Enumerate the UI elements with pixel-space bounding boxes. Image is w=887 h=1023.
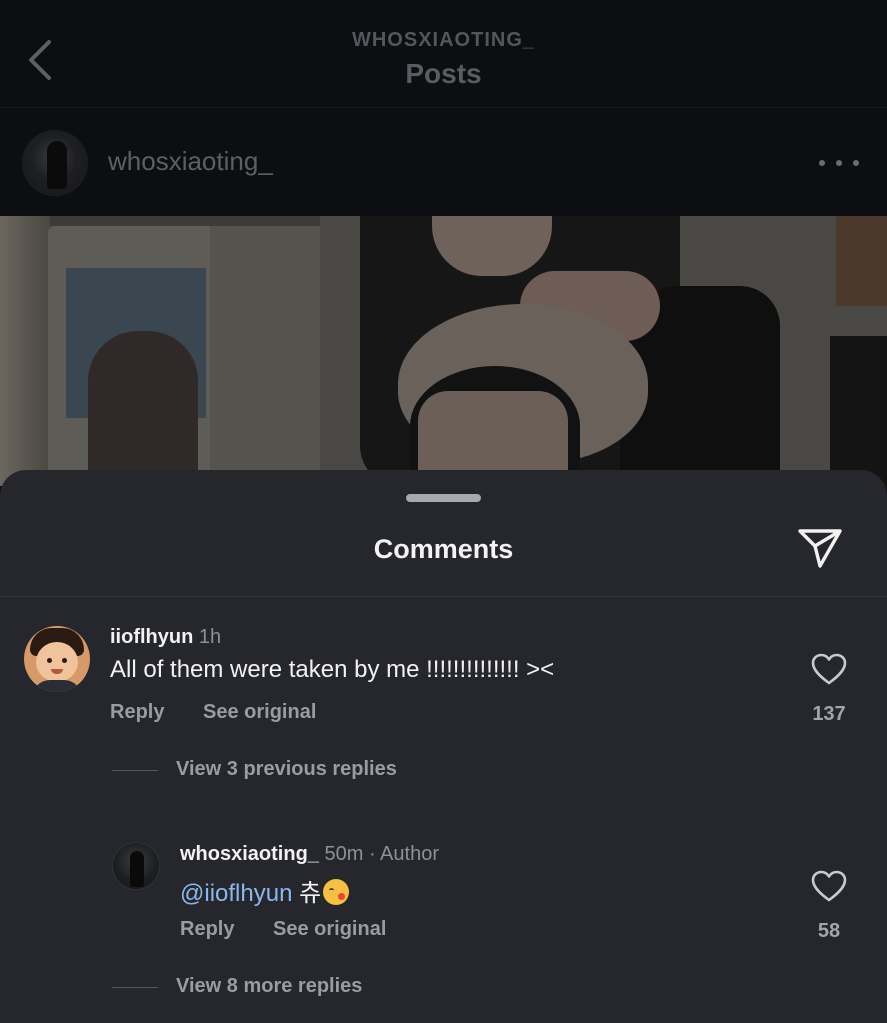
view-previous-replies-link[interactable]: View 3 previous replies: [176, 758, 397, 781]
header-username: WHOSXIAOTING_: [351, 29, 535, 51]
more-options-button[interactable]: [819, 148, 859, 178]
comment-username[interactable]: iioflhyun: [110, 626, 193, 648]
see-original-button[interactable]: See original: [203, 701, 316, 724]
comment-text: All of them were taken by me !!!!!!!!!!!…: [110, 656, 555, 683]
heart-outline-icon: [811, 870, 847, 902]
comments-sheet: Comments iioflhyun 1h All of them were t…: [0, 470, 887, 1023]
sheet-divider: [0, 596, 887, 597]
like-count: 137: [812, 703, 846, 725]
replies-divider: [112, 987, 158, 988]
post-image[interactable]: [0, 216, 887, 486]
reply-username-row: whosxiaoting_ 50m · Author: [180, 843, 439, 866]
replies-divider: [112, 770, 158, 771]
top-navigation-bar: WHOSXIAOTING_ Posts: [0, 0, 887, 108]
reply-button[interactable]: Reply: [110, 701, 164, 724]
like-count: 58: [817, 920, 841, 942]
comment-time: 1h: [198, 626, 222, 648]
comment-username-row: iioflhyun 1h: [110, 626, 221, 649]
post-author-avatar[interactable]: [22, 130, 88, 196]
more-horizontal-icon: [819, 160, 825, 166]
reply-button[interactable]: Reply: [180, 918, 234, 941]
reply-time: 50m: [324, 843, 364, 865]
sheet-drag-handle[interactable]: [406, 494, 481, 502]
post-author-username[interactable]: whosxiaoting_: [108, 146, 273, 177]
like-button[interactable]: [810, 869, 848, 903]
reply-text: 츄: [299, 880, 322, 907]
share-button[interactable]: [796, 525, 844, 571]
see-original-button[interactable]: See original: [273, 918, 386, 941]
reply-username[interactable]: whosxiaoting_: [180, 843, 319, 865]
comments-title: Comments: [373, 534, 514, 564]
commenter-avatar[interactable]: [24, 626, 90, 692]
reply-author-avatar[interactable]: [112, 842, 160, 890]
kissing-face-emoji-icon: [323, 879, 350, 905]
heart-outline-icon: [811, 653, 847, 685]
instagram-comments-screen: WHOSXIAOTING_ Posts whosxiaoting_ Commen…: [0, 0, 887, 1023]
header-titles: WHOSXIAOTING_ Posts: [0, 28, 887, 92]
like-button[interactable]: [810, 652, 848, 686]
page-title: Posts: [405, 58, 482, 89]
reply-text-row: @iioflhyun 츄: [180, 873, 350, 908]
paper-plane-icon: [798, 529, 842, 568]
post-header: whosxiaoting_: [0, 108, 887, 216]
author-badge: · Author: [368, 843, 439, 865]
mention-link[interactable]: @iioflhyun: [180, 880, 292, 907]
view-more-replies-link[interactable]: View 8 more replies: [176, 975, 362, 998]
